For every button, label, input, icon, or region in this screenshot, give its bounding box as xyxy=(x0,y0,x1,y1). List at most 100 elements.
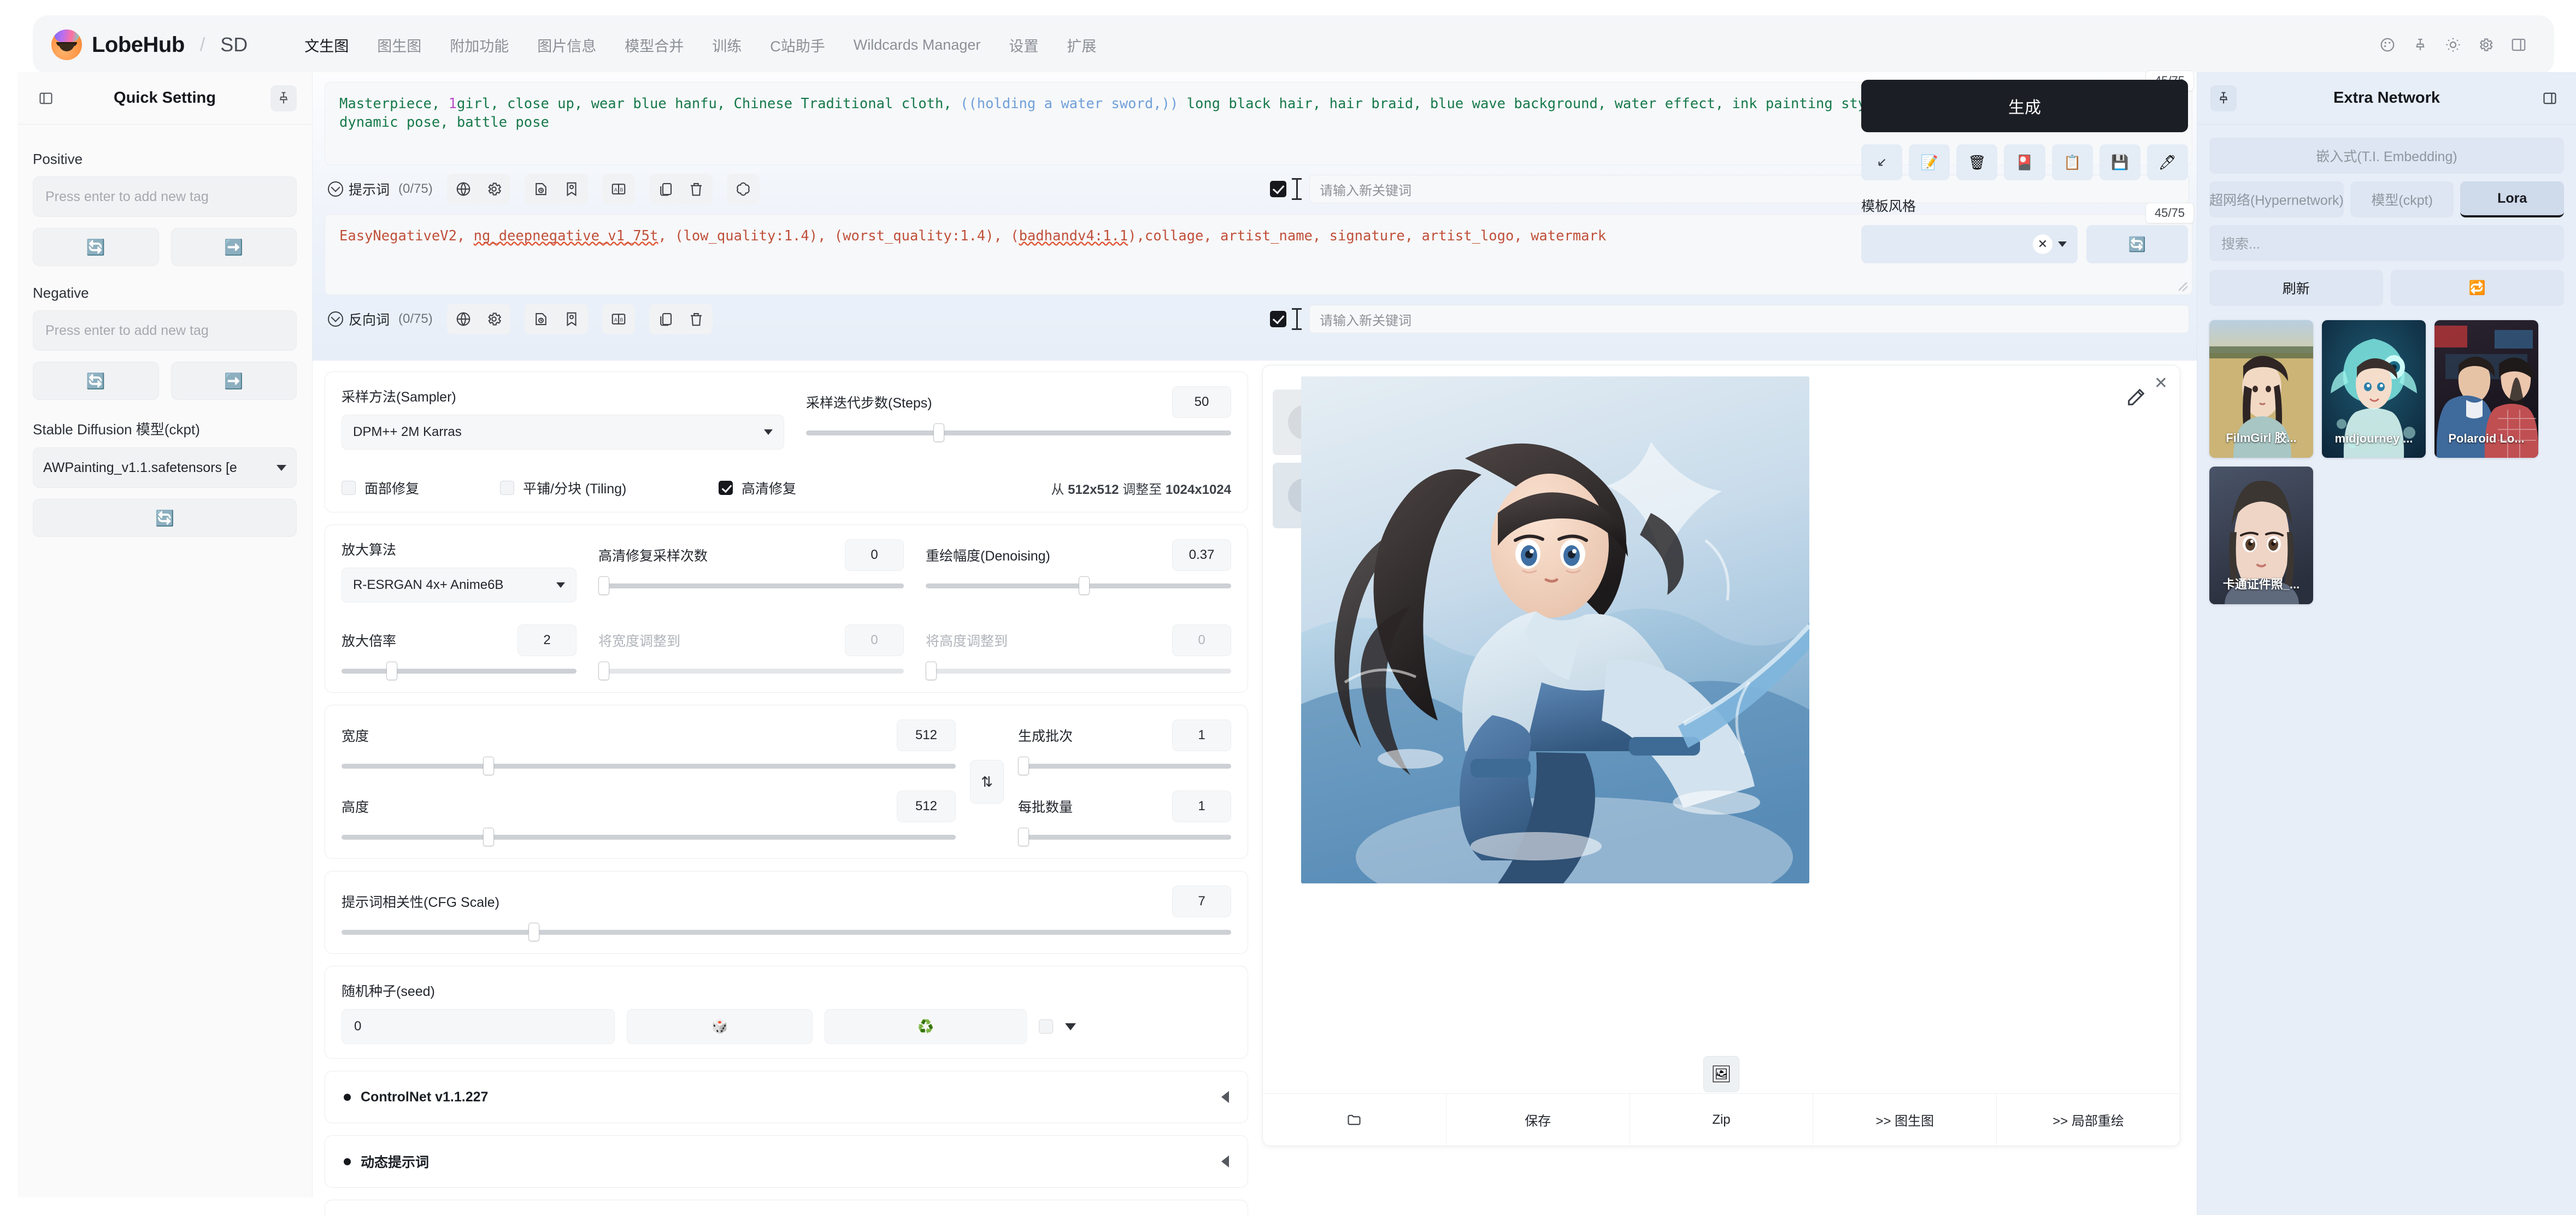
model-refresh-button[interactable]: 🔄 xyxy=(33,499,297,537)
slider-thumb[interactable] xyxy=(1018,757,1029,775)
denoising-value[interactable]: 0.37 xyxy=(1172,539,1231,571)
openai-icon[interactable] xyxy=(728,174,758,204)
width-slider[interactable] xyxy=(342,757,956,775)
tiling-checkbox[interactable]: 平铺/分块 (Tiling) xyxy=(500,478,719,498)
pencil-edit-icon[interactable] xyxy=(2125,386,2147,408)
resize-height-slider[interactable] xyxy=(926,662,1231,680)
resize-width-value[interactable]: 0 xyxy=(845,624,904,656)
send-inpaint-button[interactable]: >> 局部重绘 xyxy=(1997,1094,2180,1146)
interrupt-icon[interactable] xyxy=(1861,144,1903,180)
tab-settings[interactable]: 设置 xyxy=(995,29,1052,61)
height-slider[interactable] xyxy=(342,828,956,846)
ab-compare-icon[interactable]: AB xyxy=(603,304,634,334)
sampler-select[interactable]: DPM++ 2M Karras xyxy=(342,415,784,450)
sd-model-select[interactable]: AWPainting_v1.1.safetensors [e xyxy=(33,447,297,488)
layout-toggle-icon[interactable] xyxy=(2509,36,2528,54)
lora-card[interactable]: 卡通证件照_... xyxy=(2209,467,2313,604)
save-icon[interactable]: 💾 xyxy=(2099,144,2140,180)
extra-accordion[interactable] xyxy=(325,1200,1248,1215)
brand[interactable]: LobeHub / SD xyxy=(51,30,248,60)
card-icon[interactable]: 🎴 xyxy=(2004,144,2045,180)
styles-select[interactable]: ✕ xyxy=(1861,225,2078,263)
batch-size-slider[interactable] xyxy=(1018,828,1231,846)
resize-width-slider[interactable] xyxy=(598,662,904,680)
clipboard-icon[interactable]: 📋 xyxy=(2051,144,2093,180)
translate-globe-icon[interactable] xyxy=(448,174,479,204)
generate-button[interactable]: 生成 xyxy=(1861,80,2188,132)
seed-recycle-button[interactable]: ♻️ xyxy=(825,1009,1027,1044)
tab-extensions[interactable]: 扩展 xyxy=(1052,29,1110,61)
ab-compare-icon[interactable]: AB xyxy=(603,174,634,204)
positive-keyword-checkbox[interactable] xyxy=(1270,181,1286,197)
restore-faces-checkbox[interactable]: 面部修复 xyxy=(342,478,500,498)
height-value[interactable]: 512 xyxy=(897,791,956,822)
styles-refresh-button[interactable]: 🔄 xyxy=(2086,225,2188,263)
negative-keyword-checkbox[interactable] xyxy=(1270,311,1286,327)
history-icon[interactable] xyxy=(526,304,556,334)
pin-icon[interactable] xyxy=(270,85,297,111)
negative-tag-input[interactable]: Press enter to add new tag xyxy=(33,310,297,351)
tab-extras[interactable]: 附加功能 xyxy=(436,29,523,61)
positive-send-button[interactable]: ➡️ xyxy=(170,228,297,266)
cfg-value[interactable]: 7 xyxy=(1172,886,1231,917)
batch-count-value[interactable]: 1 xyxy=(1172,719,1231,751)
lora-card[interactable]: midjourney ... xyxy=(2322,320,2426,458)
swap-dimensions-button[interactable]: ⇅ xyxy=(970,760,1004,804)
gear-icon[interactable] xyxy=(479,304,509,334)
folder-action-button[interactable] xyxy=(1263,1094,1446,1146)
copy-icon[interactable] xyxy=(650,304,681,334)
refresh-button[interactable]: 刷新 xyxy=(2209,270,2383,306)
slider-thumb[interactable] xyxy=(528,923,539,941)
tab-lora[interactable]: Lora xyxy=(2460,181,2564,217)
pin-icon[interactable] xyxy=(2210,85,2237,111)
denoising-slider[interactable] xyxy=(926,576,1231,595)
tab-txt2img[interactable]: 文生图 xyxy=(290,29,363,61)
gallery-toggle-button[interactable]: 🖼 xyxy=(1703,1056,1739,1092)
tab-img2img[interactable]: 图生图 xyxy=(363,29,436,61)
tab-hypernetwork[interactable]: 超网络(Hypernetwork) xyxy=(2209,181,2344,217)
upscale-by-value[interactable]: 2 xyxy=(517,624,577,656)
send-img2img-button[interactable]: >> 图生图 xyxy=(1813,1094,1997,1146)
seed-extra-checkbox[interactable] xyxy=(1039,1019,1053,1034)
extra-network-search-input[interactable]: 搜索... xyxy=(2209,225,2564,261)
tab-train[interactable]: 训练 xyxy=(698,29,756,61)
zip-action-button[interactable]: Zip xyxy=(1630,1094,1814,1146)
slider-thumb[interactable] xyxy=(598,576,609,595)
resize-height-value[interactable]: 0 xyxy=(1172,624,1231,656)
positive-toolbar-label[interactable]: 提示词 (0/75) xyxy=(328,179,433,199)
wand-icon[interactable]: 🖊 xyxy=(2146,144,2188,180)
hires-steps-slider[interactable] xyxy=(598,576,904,595)
tab-checkpoint-merger[interactable]: 模型合并 xyxy=(610,29,698,61)
brightness-icon[interactable] xyxy=(2444,36,2462,54)
seed-input[interactable]: 0 xyxy=(342,1009,615,1044)
lora-card[interactable]: Polaroid Lo... xyxy=(2434,320,2538,458)
copy-icon[interactable] xyxy=(650,174,681,204)
slider-thumb[interactable] xyxy=(933,423,945,442)
controlnet-accordion[interactable]: ControlNet v1.1.227 xyxy=(325,1071,1248,1123)
save-action-button[interactable]: 保存 xyxy=(1446,1094,1630,1146)
hires-steps-value[interactable]: 0 xyxy=(845,539,904,571)
bookmark-icon[interactable] xyxy=(556,304,587,334)
notepad-icon[interactable]: 📝 xyxy=(1909,144,1950,180)
slider-thumb[interactable] xyxy=(598,662,609,680)
gear-icon[interactable] xyxy=(2477,36,2495,54)
translate-globe-icon[interactable] xyxy=(448,304,479,334)
generated-image[interactable] xyxy=(1301,376,1809,883)
pin-icon[interactable] xyxy=(2411,36,2430,54)
steps-value[interactable]: 50 xyxy=(1172,386,1231,418)
positive-tag-input[interactable]: Press enter to add new tag xyxy=(33,176,297,217)
negative-refresh-button[interactable]: 🔄 xyxy=(33,362,159,400)
slider-thumb[interactable] xyxy=(386,662,397,680)
trash-icon[interactable] xyxy=(681,174,711,204)
lora-card[interactable]: FilmGirl 胶... xyxy=(2209,320,2313,458)
slider-thumb[interactable] xyxy=(1018,828,1029,846)
sidebar-collapse-icon[interactable] xyxy=(2537,85,2563,111)
close-icon[interactable]: ✕ xyxy=(2154,375,2168,392)
slider-thumb[interactable] xyxy=(1078,576,1090,595)
trash-icon[interactable]: 🗑 xyxy=(1956,144,1998,180)
trash-icon[interactable] xyxy=(681,304,711,334)
bookmark-icon[interactable] xyxy=(556,174,587,204)
dynamic-prompts-accordion[interactable]: 动态提示词 xyxy=(325,1135,1248,1188)
positive-refresh-button[interactable]: 🔄 xyxy=(33,228,159,266)
palette-icon[interactable] xyxy=(2378,36,2397,54)
